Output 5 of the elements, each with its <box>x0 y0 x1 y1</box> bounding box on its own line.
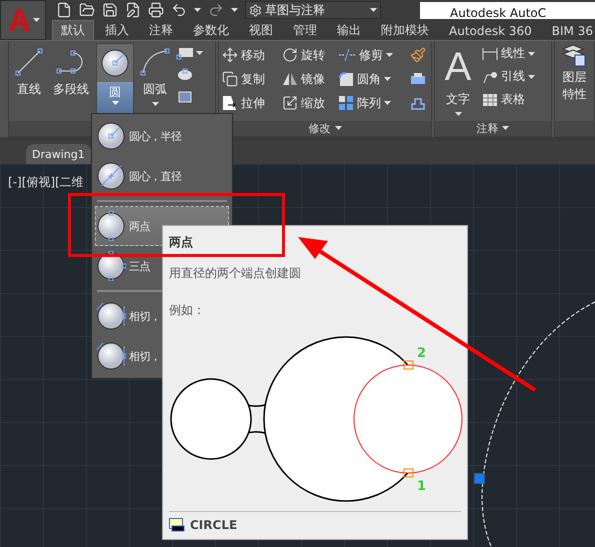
command-name: CIRCLE <box>190 518 238 532</box>
example-label: 例如： <box>169 302 206 319</box>
tooltip-title: 两点 <box>169 234 194 251</box>
tooltip-description: 用直径的两个端点创建圆 <box>169 265 302 282</box>
window-title: Autodesk AutoC <box>420 2 595 18</box>
